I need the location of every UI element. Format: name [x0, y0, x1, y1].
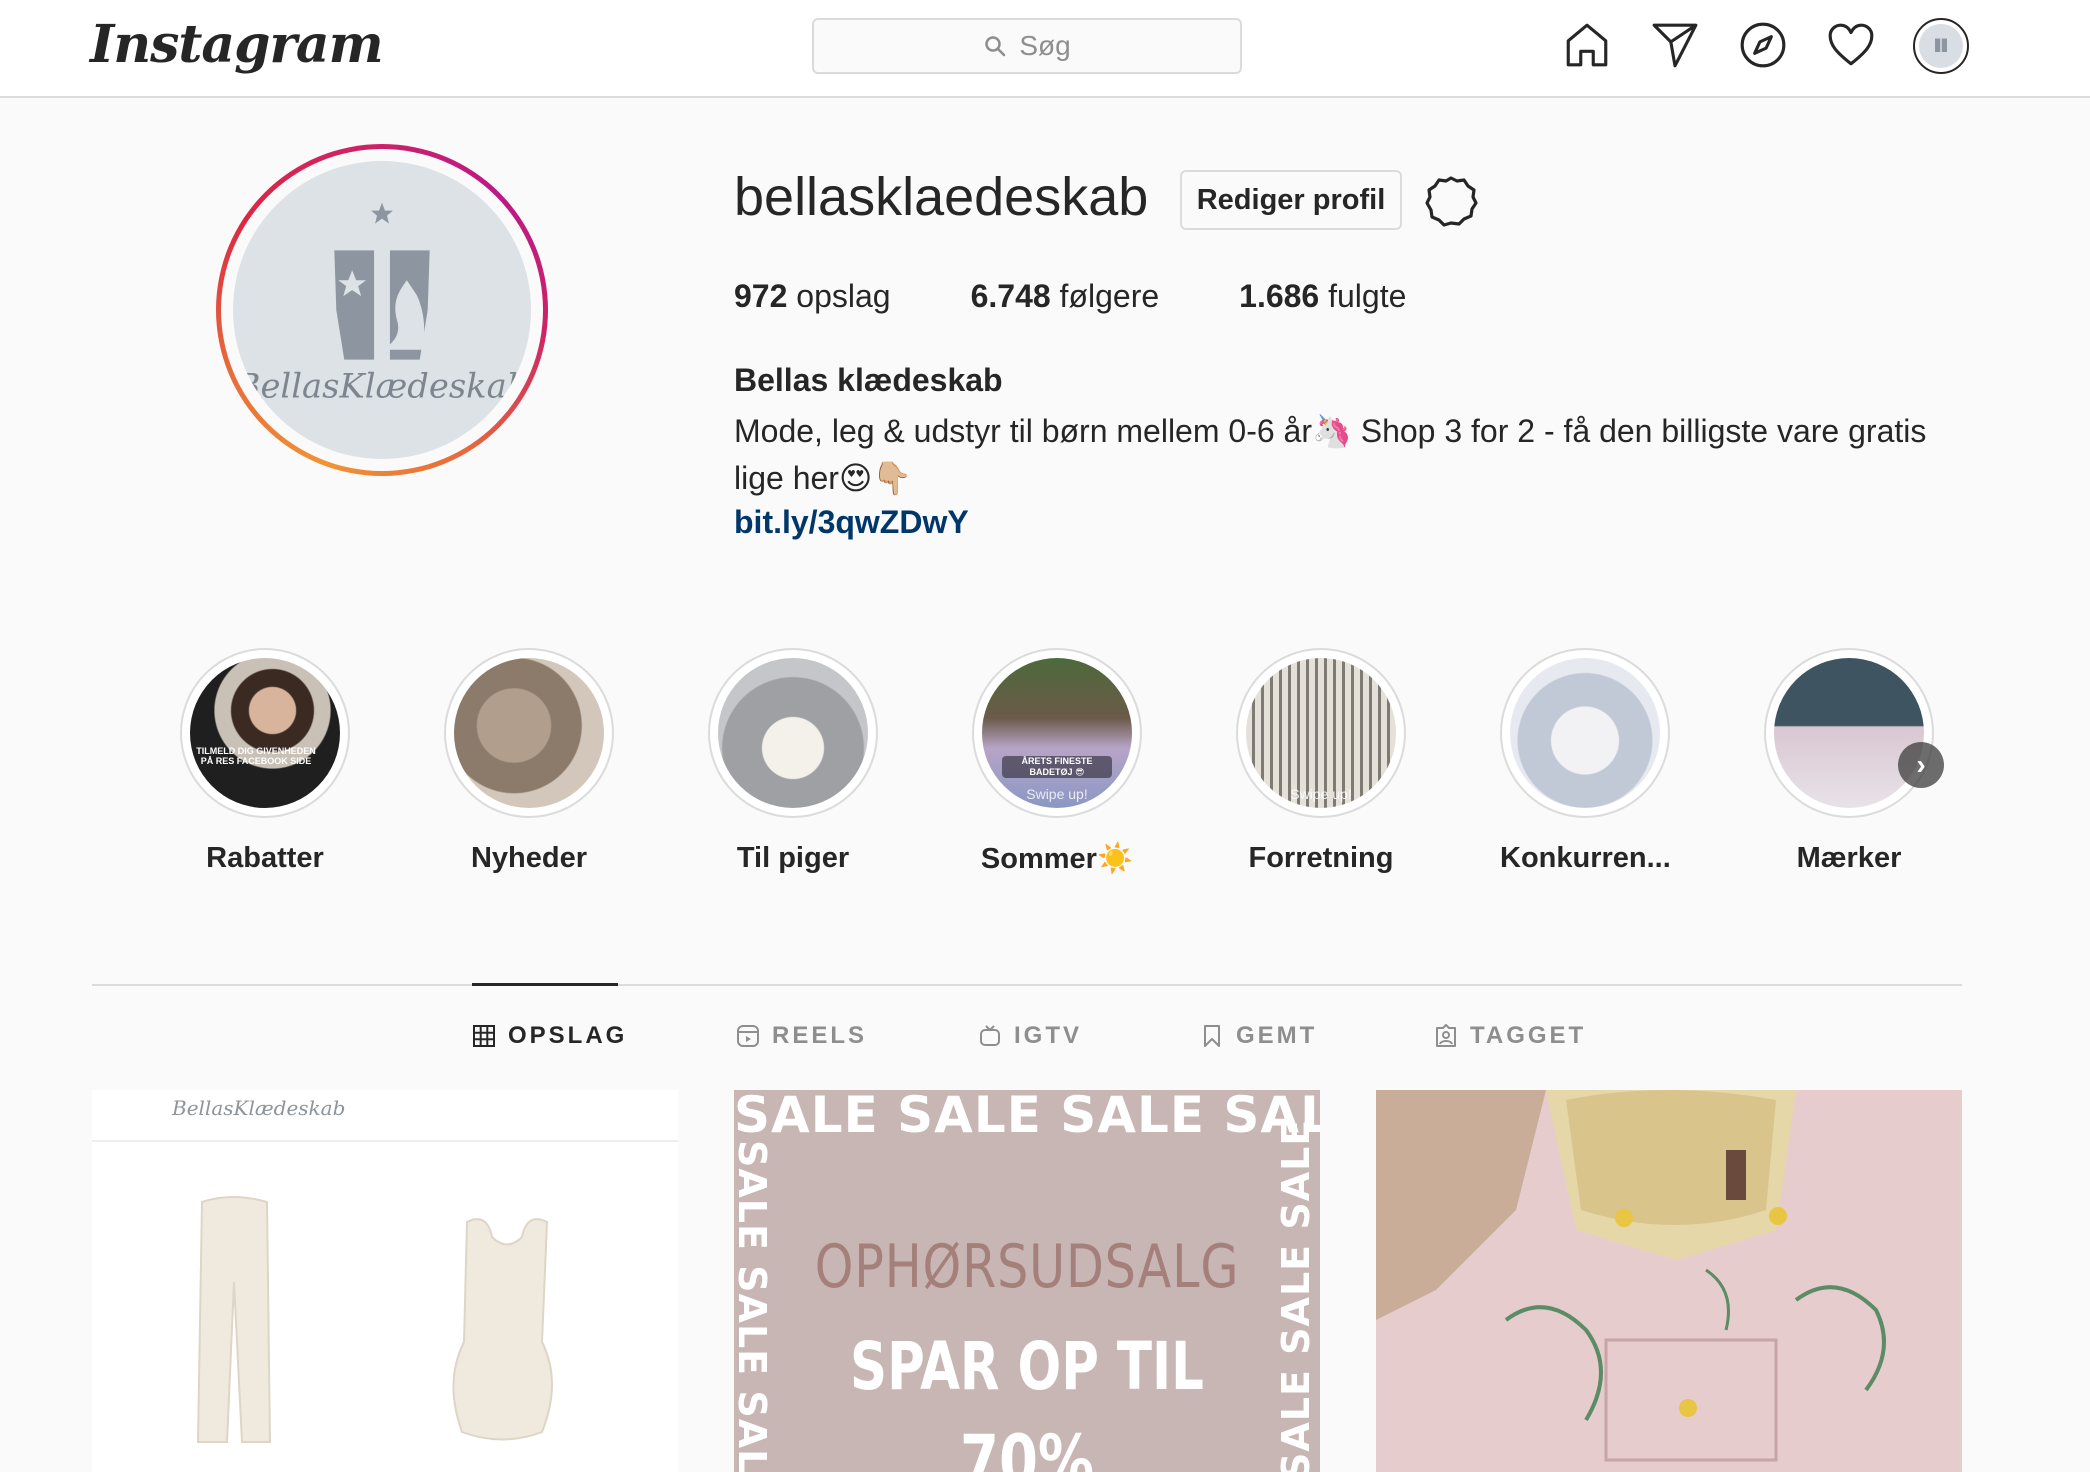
highlight-nyheder[interactable]: Nyheder	[444, 648, 614, 875]
avatar	[1919, 24, 1963, 68]
igtv-icon	[980, 1025, 1000, 1046]
explore-icon[interactable]	[1738, 20, 1788, 70]
search-placeholder: Søg	[1019, 30, 1071, 61]
search-icon	[985, 36, 1006, 57]
tab-opslag[interactable]: OPSLAG	[472, 1022, 627, 1050]
direct-icon[interactable]	[1650, 20, 1700, 70]
profile-logo-image: BellasKlædeskab	[233, 161, 531, 459]
post-brand-text: BellasKlædeskab	[172, 1096, 346, 1120]
highlight-overlay-text: ÅRETS FINESTE BADETØJ 😎	[1002, 756, 1112, 778]
tab-label: OPSLAG	[508, 1022, 628, 1049]
highlight-label: Nyheder	[470, 842, 588, 874]
highlight-ring: TILMELD DIG GIVENHEDEN PÅ RES FACEBOOK S…	[180, 648, 350, 818]
profile-link[interactable]: bit.ly/3qwZDwY	[734, 504, 969, 541]
activity-heart-icon[interactable]	[1826, 20, 1876, 70]
tagged-icon	[1436, 1024, 1456, 1047]
followers-count[interactable]: 6.748 følgere	[971, 278, 1160, 315]
post-jacket-image	[1376, 1090, 1962, 1472]
highlight-image	[1774, 658, 1924, 808]
highlight-label: Konkurren...	[1500, 842, 1671, 874]
posts-count: 972 opslag	[734, 278, 891, 314]
post-sale-banner-right: SALE SALE SALE	[1274, 1118, 1318, 1472]
profile-full-name: Bellas klædeskab	[734, 362, 1003, 398]
profile-bio: Mode, leg & udstyr til børn mellem 0-6 å…	[734, 413, 1927, 496]
tab-tagget[interactable]: TAGGET	[1434, 1022, 1586, 1050]
highlight-ring	[1764, 648, 1934, 818]
tab-igtv[interactable]: IGTV	[978, 1022, 1082, 1050]
active-tab-indicator	[472, 983, 618, 986]
highlight-image: TILMELD DIG GIVENHEDEN PÅ RES FACEBOOK S…	[190, 658, 340, 808]
profile-avatar-button[interactable]	[1913, 18, 1969, 74]
tabs-divider	[92, 984, 1962, 986]
following-count[interactable]: 1.686 fulgte	[1239, 278, 1406, 315]
tab-label: GEMT	[1236, 1022, 1318, 1049]
highlight-ring	[444, 648, 614, 818]
settings-gear-icon[interactable]	[1424, 174, 1478, 228]
highlight-image	[1510, 658, 1660, 808]
highlight-konkurrence[interactable]: Konkurren...	[1500, 648, 1671, 875]
instagram-logo[interactable]: Instagram	[90, 14, 384, 75]
story-highlights: TILMELD DIG GIVENHEDEN PÅ RES FACEBOOK S…	[180, 648, 1940, 888]
reels-icon	[737, 1025, 759, 1047]
highlight-forretning[interactable]: Swipe up! Forretning	[1236, 648, 1406, 875]
highlight-til-piger[interactable]: Til piger	[708, 648, 878, 875]
highlight-label: Forretning	[1248, 842, 1394, 874]
profile-picture[interactable]: BellasKlædeskab	[216, 144, 548, 476]
bookmark-icon	[1204, 1025, 1220, 1047]
avatar-script-text: BellasKlædeskab	[235, 366, 529, 405]
post-sale-banner-top: SALE SALE SALE SALE	[734, 1090, 1320, 1144]
highlight-image	[718, 658, 868, 808]
tab-label: IGTV	[1014, 1022, 1083, 1049]
home-icon[interactable]	[1562, 20, 1612, 70]
highlight-image: ÅRETS FINESTE BADETØJ 😎 Swipe up!	[982, 658, 1132, 808]
highlight-label: Mærker	[1796, 842, 1902, 874]
highlight-overlay-text: TILMELD DIG GIVENHEDEN PÅ RES FACEBOOK S…	[196, 746, 316, 766]
post-sale-subtitle: SPAR OP TIL	[850, 1328, 1204, 1405]
post-sale-percent: 70%	[959, 1420, 1095, 1472]
highlights-next-arrow[interactable]: ›	[1898, 742, 1944, 788]
tab-gemt[interactable]: GEMT	[1200, 1022, 1317, 1050]
tab-label: TAGGET	[1470, 1022, 1587, 1049]
highlight-ring	[708, 648, 878, 818]
highlight-image: Swipe up!	[1246, 658, 1396, 808]
profile-picture-gap: BellasKlædeskab	[221, 149, 543, 471]
highlight-ring: ÅRETS FINESTE BADETØJ 😎 Swipe up!	[972, 648, 1142, 818]
highlight-label: Til piger	[736, 842, 850, 874]
grid-icon	[473, 1025, 495, 1047]
highlight-label: Sommer☀️	[980, 843, 1134, 875]
edit-profile-button[interactable]: Rediger profil	[1180, 170, 1402, 230]
post-sale-title: OPHØRSUDSALG	[814, 1232, 1240, 1302]
profile-stats: 972 opslag 6.748 følgere 1.686 fulgte	[734, 278, 1486, 315]
post-sale-banner-left: SALE SALE SAL	[734, 1140, 774, 1472]
profile-username: bellasklaedeskab	[734, 167, 1149, 227]
post-tile-1[interactable]: BellasKlædeskab	[92, 1090, 678, 1472]
highlight-image	[454, 658, 604, 808]
highlight-label: Rabatter	[206, 842, 324, 874]
tab-label: REELS	[772, 1022, 868, 1049]
highlight-swipe-text: Swipe up!	[1026, 786, 1088, 802]
highlight-sommer[interactable]: ÅRETS FINESTE BADETØJ 😎 Swipe up! Sommer…	[972, 648, 1142, 876]
post-tile-3[interactable]	[1376, 1090, 1962, 1472]
post-product-image	[196, 1196, 553, 1443]
top-navigation-bar: Instagram Søg	[0, 0, 2090, 98]
highlight-ring	[1500, 648, 1670, 818]
highlight-swipe-text: Swipe up!	[1290, 786, 1352, 802]
highlight-ring: Swipe up!	[1236, 648, 1406, 818]
post-tile-2[interactable]: SALE SALE SALE SALE SALE SALE SAL SALE S…	[734, 1090, 1320, 1472]
search-input[interactable]: Søg	[812, 18, 1242, 74]
highlight-rabatter[interactable]: TILMELD DIG GIVENHEDEN PÅ RES FACEBOOK S…	[180, 648, 350, 875]
tab-reels[interactable]: REELS	[736, 1022, 867, 1050]
post-brand-bar: BellasKlædeskab	[92, 1090, 678, 1142]
